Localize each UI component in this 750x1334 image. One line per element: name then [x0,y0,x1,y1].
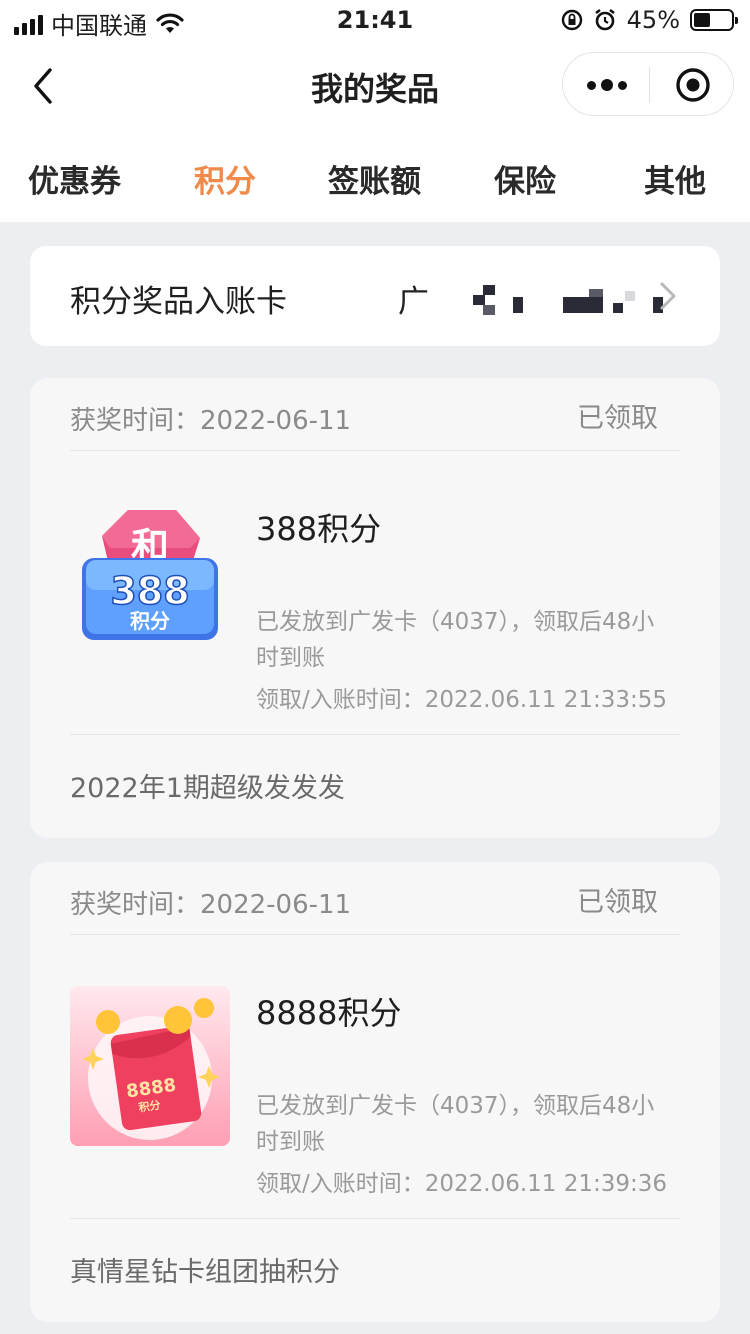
account-card-value: 广 [398,276,679,321]
status-right: 45% [561,6,738,34]
prize-card[interactable]: 获奖时间：2022-06-11 已领取 8888 积分 8888积分 已发放到广… [30,862,720,1322]
activity-name: 真情星钻卡组团抽积分 [70,1257,340,1288]
prize-desc: 已发放到广发卡（4037），领取后48小时到账 [256,609,655,671]
points-388-badge-icon: 和 388 积分 [82,510,218,640]
close-target-icon[interactable] [675,67,711,103]
divider [70,1218,680,1219]
category-tabs: 优惠券 积分 签账额 保险 其他 [0,128,750,222]
prize-title: 8888积分 [256,994,402,1032]
award-time: 获奖时间：2022-06-11 [70,406,352,436]
claim-time: 领取/入账时间：2022.06.11 21:33:55 [256,687,668,713]
award-time: 获奖时间：2022-06-11 [70,890,352,920]
points-account-card-row[interactable]: 积分奖品入账卡 广 [30,246,720,346]
prize-title: 388积分 [256,510,382,548]
masked-card-number [439,283,679,315]
prize-card[interactable]: 获奖时间：2022-06-11 已领取 和 388 积分 388积分 已发放到广… [30,378,720,838]
tab-charge-amount[interactable]: 签账额 [328,156,421,201]
red-envelope-icon: 8888 积分 [70,986,230,1146]
nav-bar: 我的奖品 [0,44,750,128]
claim-status: 已领取 [577,887,658,918]
activity-name: 2022年1期超级发发发 [70,773,345,804]
prize-desc: 已发放到广发卡（4037），领取后48小时到账 [256,1093,655,1155]
capsule-divider [649,67,650,103]
claim-time: 领取/入账时间：2022.06.11 21:39:36 [256,1171,668,1197]
battery-percent: 45% [626,6,680,34]
rotation-lock-icon [561,9,582,31]
tab-insurance[interactable]: 保险 [494,156,556,201]
badge-unit-text: 积分 [130,609,170,633]
alarm-icon [594,8,615,31]
divider [70,450,680,451]
more-dots-icon[interactable] [587,75,627,95]
status-bar: 中国联通 21:41 45% [0,0,750,44]
account-card-prefix: 广 [398,284,429,320]
divider [70,934,680,935]
tab-other[interactable]: 其他 [644,156,706,201]
badge-number-text: 388 [110,569,189,613]
account-card-label: 积分奖品入账卡 [70,284,287,320]
claim-status: 已领取 [577,403,658,434]
chevron-right-icon [660,282,676,310]
mini-program-capsule [562,52,734,116]
divider [70,734,680,735]
tab-points[interactable]: 积分 [194,156,256,201]
battery-icon [690,9,738,31]
tab-coupons[interactable]: 优惠券 [28,156,121,201]
